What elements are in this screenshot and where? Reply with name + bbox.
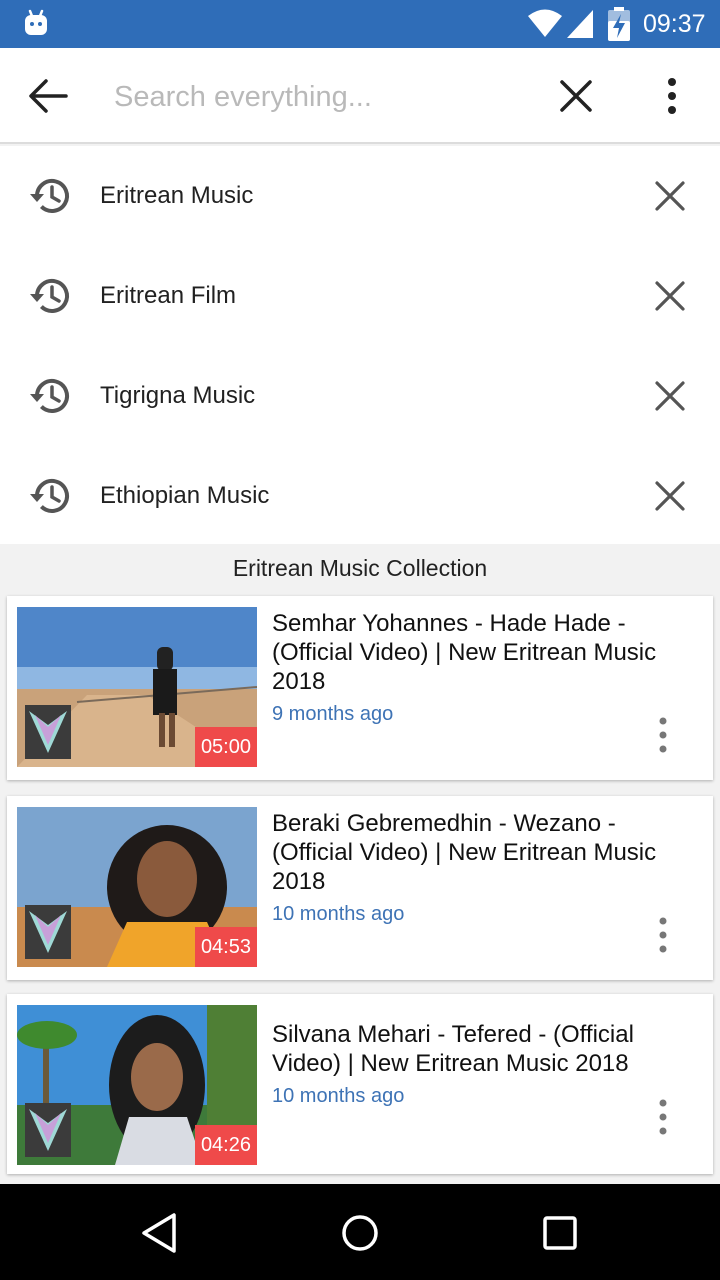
- close-icon[interactable]: [652, 178, 688, 214]
- history-item-label: Eritrean Music: [100, 182, 254, 209]
- video-time-ago: 9 months ago: [272, 703, 394, 725]
- video-thumbnail[interactable]: 04:26: [17, 1005, 257, 1165]
- close-icon[interactable]: [652, 278, 688, 314]
- more-vert-icon[interactable]: [653, 716, 673, 754]
- nav-back-icon[interactable]: [140, 1212, 180, 1254]
- history-item-label: Tigrigna Music: [100, 382, 256, 409]
- channel-logo-icon: [25, 705, 71, 759]
- video-card[interactable]: 04:53 Beraki Gebremedhin - Wezano - (Off…: [7, 796, 713, 980]
- video-title[interactable]: Semhar Yohannes - Hade Hade - (Official …: [272, 609, 692, 696]
- nav-recents-icon[interactable]: [540, 1212, 580, 1254]
- system-nav-bar: [0, 1184, 720, 1280]
- history-item[interactable]: Ethiopian Music: [0, 446, 720, 546]
- history-item-label: Eritrean Film: [100, 282, 237, 309]
- search-toolbar: [0, 48, 720, 144]
- signal-icon: [567, 10, 593, 38]
- video-card[interactable]: 04:26 Silvana Mehari - Tefered - (Offici…: [7, 994, 713, 1174]
- wifi-icon: [528, 9, 562, 37]
- history-icon: [30, 379, 69, 413]
- status-time: 09:37: [643, 10, 706, 38]
- history-item-label: Ethiopian Music: [100, 482, 270, 509]
- history-icon: [30, 179, 69, 213]
- history-item[interactable]: Eritrean Music: [0, 146, 720, 246]
- close-icon[interactable]: [554, 74, 598, 118]
- search-history-list: Eritrean Music Eritrean Film Tigrigna Mu…: [0, 146, 720, 544]
- video-time-ago: 10 months ago: [272, 903, 405, 925]
- video-title[interactable]: Beraki Gebremedhin - Wezano - (Official …: [272, 809, 692, 896]
- section-title: Eritrean Music Collection: [232, 555, 488, 581]
- more-vert-icon[interactable]: [656, 74, 688, 118]
- history-icon: [30, 479, 69, 513]
- battery-charging-icon: [608, 7, 630, 41]
- channel-logo-icon: [25, 1103, 71, 1157]
- video-time-ago: 10 months ago: [272, 1085, 405, 1107]
- status-bar: 09:37: [0, 0, 720, 48]
- video-thumbnail[interactable]: 05:00: [17, 607, 257, 767]
- close-icon[interactable]: [652, 378, 688, 414]
- video-card[interactable]: 05:00 Semhar Yohannes - Hade Hade - (Off…: [7, 596, 713, 780]
- android-notification-icon: [25, 9, 47, 35]
- more-vert-icon[interactable]: [653, 1098, 673, 1136]
- video-title[interactable]: Silvana Mehari - Tefered - (Official Vid…: [272, 1020, 692, 1078]
- history-icon: [30, 279, 69, 313]
- video-thumbnail[interactable]: 04:53: [17, 807, 257, 967]
- history-item[interactable]: Eritrean Film: [0, 246, 720, 346]
- history-item[interactable]: Tigrigna Music: [0, 346, 720, 446]
- search-input[interactable]: [112, 72, 536, 122]
- more-vert-icon[interactable]: [653, 916, 673, 954]
- duration-badge: 04:26: [194, 1125, 257, 1165]
- duration-badge: 04:53: [194, 927, 257, 967]
- nav-home-icon[interactable]: [340, 1212, 380, 1254]
- channel-logo-icon: [25, 905, 71, 959]
- close-icon[interactable]: [652, 478, 688, 514]
- arrow-back-icon[interactable]: [26, 76, 70, 116]
- duration-badge: 05:00: [194, 727, 257, 767]
